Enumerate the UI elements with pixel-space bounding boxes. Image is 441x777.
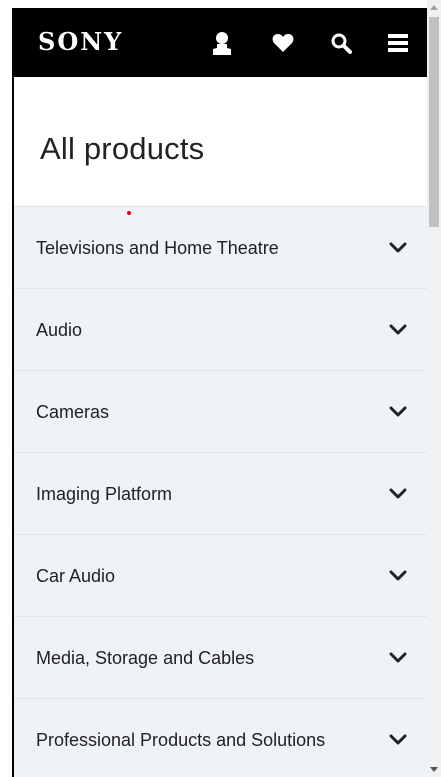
- chevron-down-icon: [389, 652, 407, 662]
- category-item-car-audio[interactable]: Car Audio: [14, 535, 427, 617]
- category-label: Televisions and Home Theatre: [36, 237, 279, 258]
- chevron-down-icon: [389, 488, 407, 498]
- category-item-media-storage[interactable]: Media, Storage and Cables: [14, 617, 427, 699]
- top-strip: [12, 0, 427, 8]
- category-item-professional[interactable]: Professional Products and Solutions: [14, 699, 427, 777]
- category-label: Professional Products and Solutions: [36, 729, 326, 750]
- scrollbar-thumb[interactable]: [429, 17, 439, 227]
- chevron-down-icon: [389, 242, 407, 252]
- heart-icon[interactable]: [268, 28, 298, 58]
- category-label: Car Audio: [36, 565, 116, 586]
- site-header: SONY: [14, 8, 427, 77]
- frame-left: [0, 0, 12, 777]
- vertical-scrollbar[interactable]: [427, 0, 441, 777]
- chevron-down-icon: [389, 324, 407, 334]
- chevron-down-icon: [389, 734, 407, 744]
- category-item-cameras[interactable]: Cameras: [14, 371, 427, 453]
- category-label: Media, Storage and Cables: [36, 647, 255, 668]
- search-icon[interactable]: [326, 28, 356, 58]
- title-section: All products: [14, 77, 427, 207]
- category-list: Televisions and Home Theatre Audio Camer…: [14, 207, 427, 777]
- sony-logo[interactable]: SONY: [38, 28, 123, 56]
- chevron-down-icon: [389, 570, 407, 580]
- scroll-up-arrow-icon[interactable]: [427, 0, 441, 14]
- chevron-down-icon: [389, 406, 407, 416]
- category-item-audio[interactable]: Audio: [14, 289, 427, 371]
- category-label: Cameras: [36, 401, 110, 422]
- page-title: All products: [40, 131, 205, 166]
- category-label: Audio: [36, 319, 83, 340]
- page-viewport: SONY All products Televisions and Home T…: [14, 8, 427, 777]
- account-icon[interactable]: [207, 28, 237, 58]
- menu-icon[interactable]: [383, 28, 413, 58]
- category-item-imaging-platform[interactable]: Imaging Platform: [14, 453, 427, 535]
- category-label: Imaging Platform: [36, 483, 173, 504]
- category-item-televisions[interactable]: Televisions and Home Theatre: [14, 207, 427, 289]
- scroll-down-arrow-icon[interactable]: [427, 763, 441, 777]
